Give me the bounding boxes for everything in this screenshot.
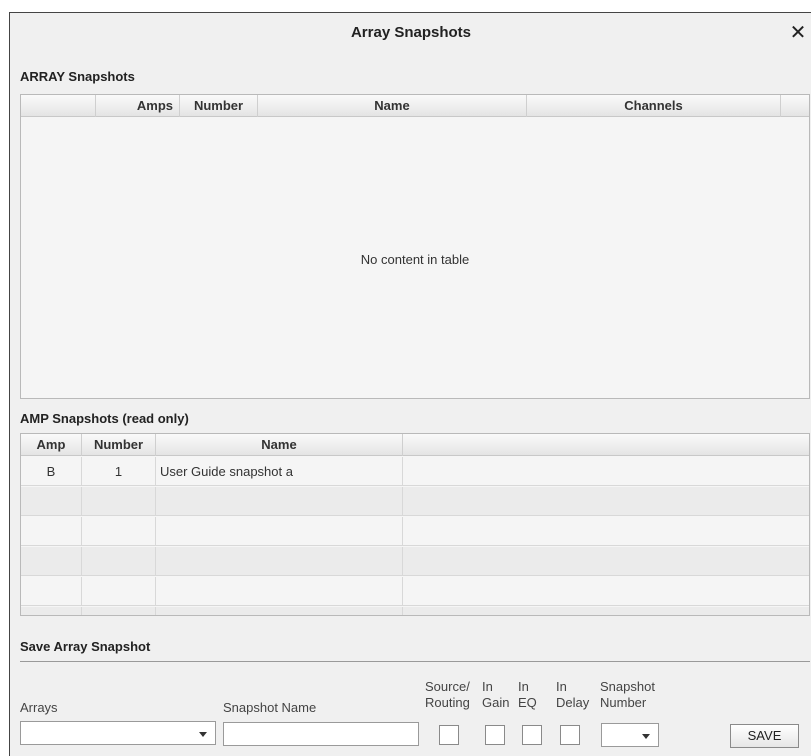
amp-col-name[interactable]: Name xyxy=(156,434,403,456)
array-snapshots-dialog: Array Snapshots ✕ ARRAY Snapshots Amps N… xyxy=(9,12,811,756)
in-delay-checkbox[interactable] xyxy=(560,725,580,745)
empty-cell xyxy=(156,517,403,546)
source-routing-checkbox[interactable] xyxy=(439,725,459,745)
empty-cell xyxy=(403,487,809,516)
array-col-amps[interactable]: Amps xyxy=(96,95,180,117)
empty-cell xyxy=(403,577,809,606)
array-col-extra[interactable] xyxy=(781,95,809,117)
array-col-channels[interactable]: Channels xyxy=(527,95,781,117)
empty-cell xyxy=(403,517,809,546)
in-eq-label: In EQ xyxy=(518,679,537,710)
empty-cell xyxy=(21,547,82,576)
amp-snapshots-label: AMP Snapshots (read only) xyxy=(20,411,189,426)
empty-cell xyxy=(156,577,403,606)
array-snapshots-label: ARRAY Snapshots xyxy=(20,69,135,84)
amp-col-extra[interactable] xyxy=(403,434,809,456)
snapshot-number-label: Snapshot Number xyxy=(600,679,655,710)
in-eq-checkbox[interactable] xyxy=(522,725,542,745)
chevron-down-icon xyxy=(199,732,207,737)
empty-cell xyxy=(21,517,82,546)
amp-snapshots-table: Amp Number Name B 1 User Guide snapshot … xyxy=(20,433,810,616)
empty-cell xyxy=(82,607,156,615)
amp-col-number[interactable]: Number xyxy=(82,434,156,456)
number-cell: 1 xyxy=(82,457,156,486)
empty-cell xyxy=(82,577,156,606)
amp-col-amp[interactable]: Amp xyxy=(21,434,82,456)
empty-cell xyxy=(21,487,82,516)
in-gain-checkbox[interactable] xyxy=(485,725,505,745)
array-table-empty-message: No content in table xyxy=(360,252,470,267)
amp-cell: B xyxy=(21,457,82,486)
empty-cell xyxy=(82,487,156,516)
name-cell: User Guide snapshot a xyxy=(156,457,403,486)
table-row[interactable]: B 1 User Guide snapshot a xyxy=(21,457,809,486)
empty-cell xyxy=(156,487,403,516)
table-row xyxy=(21,517,809,546)
dialog-title: Array Snapshots xyxy=(350,24,472,41)
empty-cell xyxy=(156,547,403,576)
table-row xyxy=(21,607,809,615)
array-table-header: Amps Number Name Channels xyxy=(21,95,809,117)
empty-cell xyxy=(82,547,156,576)
empty-cell xyxy=(403,607,809,615)
save-button[interactable]: SAVE xyxy=(730,724,799,748)
in-delay-label: In Delay xyxy=(556,679,590,710)
array-col-blank[interactable] xyxy=(21,95,96,117)
array-snapshots-table[interactable]: Amps Number Name Channels No content in … xyxy=(20,94,810,399)
snapshot-number-dropdown[interactable] xyxy=(601,723,659,747)
snapshot-name-label: Snapshot Name xyxy=(223,700,317,715)
arrays-dropdown[interactable] xyxy=(20,721,216,745)
empty-cell xyxy=(82,517,156,546)
extra-cell xyxy=(403,457,809,486)
table-row xyxy=(21,487,809,516)
snapshot-name-input[interactable] xyxy=(223,722,419,746)
array-col-name[interactable]: Name xyxy=(258,95,527,117)
empty-cell xyxy=(403,547,809,576)
table-row xyxy=(21,547,809,576)
in-gain-label: In Gain xyxy=(482,679,510,710)
chevron-down-icon xyxy=(642,734,650,739)
empty-cell xyxy=(156,607,403,615)
array-col-number[interactable]: Number xyxy=(180,95,258,117)
empty-cell xyxy=(21,607,82,615)
source-routing-label: Source/ Routing xyxy=(425,679,470,710)
arrays-label: Arrays xyxy=(20,700,58,715)
empty-cell xyxy=(21,577,82,606)
amp-table-header: Amp Number Name xyxy=(21,434,809,456)
save-array-snapshot-label: Save Array Snapshot xyxy=(20,639,151,654)
section-divider xyxy=(20,661,810,662)
close-icon[interactable]: ✕ xyxy=(789,21,807,43)
table-row xyxy=(21,577,809,606)
